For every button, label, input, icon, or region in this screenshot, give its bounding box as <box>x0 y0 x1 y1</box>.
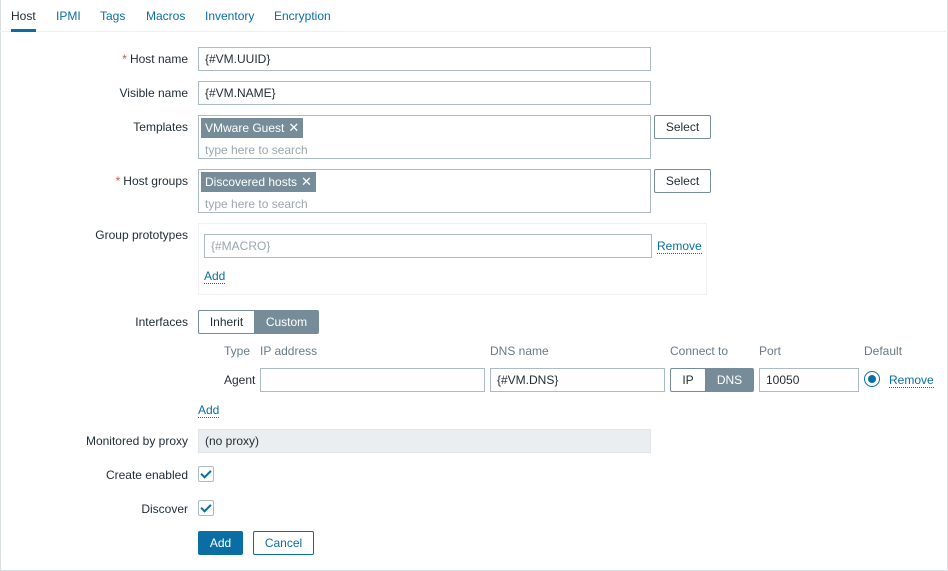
tab-macros[interactable]: Macros <box>146 0 185 32</box>
interface-remove-link[interactable]: Remove <box>889 373 934 388</box>
create-enabled-checkbox[interactable] <box>198 466 214 482</box>
close-icon[interactable]: ✕ <box>288 120 299 135</box>
required-mark: * <box>115 174 121 188</box>
templates-multiselect[interactable]: VMware Guest ✕ type here to search <box>198 115 651 159</box>
create-enabled-label: Create enabled <box>105 468 188 482</box>
cancel-button[interactable]: Cancel <box>253 531 314 555</box>
discover-checkbox[interactable] <box>198 500 214 516</box>
interfaces-label: Interfaces <box>135 315 188 329</box>
column-header-default: Default <box>864 344 903 358</box>
discover-label: Discover <box>141 502 188 516</box>
close-icon[interactable]: ✕ <box>301 174 312 189</box>
required-mark: * <box>122 52 127 66</box>
interface-type: Agent <box>224 373 256 387</box>
host-groups-multiselect[interactable]: Discovered hosts ✕ type here to search <box>198 169 651 213</box>
column-header-port: Port <box>759 344 782 358</box>
host-groups-select-button[interactable]: Select <box>654 169 711 193</box>
add-button[interactable]: Add <box>198 531 243 555</box>
tab-host[interactable]: Host <box>11 0 36 32</box>
templates-label: Templates <box>133 120 188 134</box>
connect-dns-button[interactable]: DNS <box>705 368 754 392</box>
tab-encryption[interactable]: Encryption <box>274 0 331 32</box>
host-name-label: * Host name <box>122 52 188 66</box>
interface-add-link[interactable]: Add <box>198 403 220 418</box>
template-chip-label: VMware Guest <box>205 121 285 135</box>
host-groups-label: * Host groups <box>115 174 188 188</box>
column-header-ip: IP address <box>260 344 318 358</box>
default-interface-radio[interactable] <box>864 371 880 387</box>
proxy-label: Monitored by proxy <box>85 434 188 448</box>
interfaces-inherit-button[interactable]: Inherit <box>198 310 255 334</box>
host-group-chip: Discovered hosts ✕ <box>201 172 316 192</box>
host-group-chip-label: Discovered hosts <box>205 175 298 189</box>
column-header-dns: DNS name <box>490 344 549 358</box>
tab-ipmi[interactable]: IPMI <box>56 0 81 32</box>
interface-dns-input[interactable]: {#VM.DNS} <box>490 368 665 392</box>
group-prototype-remove-link[interactable]: Remove <box>657 239 702 254</box>
connect-ip-button[interactable]: IP <box>670 368 706 392</box>
host-name-input[interactable]: {#VM.UUID} <box>198 47 651 71</box>
host-groups-search-placeholder[interactable]: type here to search <box>205 196 308 212</box>
interface-port-input[interactable]: 10050 <box>759 368 859 392</box>
tab-inventory[interactable]: Inventory <box>205 0 254 32</box>
template-chip: VMware Guest ✕ <box>201 118 304 138</box>
group-prototype-input[interactable]: {#MACRO} <box>204 234 652 258</box>
proxy-field: (no proxy) <box>198 429 651 453</box>
column-header-connect-to: Connect to <box>670 344 729 358</box>
group-prototypes-label: Group prototypes <box>95 228 188 242</box>
templates-search-placeholder[interactable]: type here to search <box>205 142 308 158</box>
tab-bar: Host IPMI Tags Macros Inventory Encrypti… <box>0 0 948 32</box>
column-header-type: Type <box>224 344 251 358</box>
tab-tags[interactable]: Tags <box>100 0 125 32</box>
visible-name-label: Visible name <box>119 86 188 100</box>
group-prototype-add-link[interactable]: Add <box>204 269 226 284</box>
interfaces-custom-button[interactable]: Custom <box>254 310 319 334</box>
templates-select-button[interactable]: Select <box>654 115 711 139</box>
interface-ip-input[interactable] <box>260 368 485 392</box>
visible-name-input[interactable]: {#VM.NAME} <box>198 81 651 105</box>
